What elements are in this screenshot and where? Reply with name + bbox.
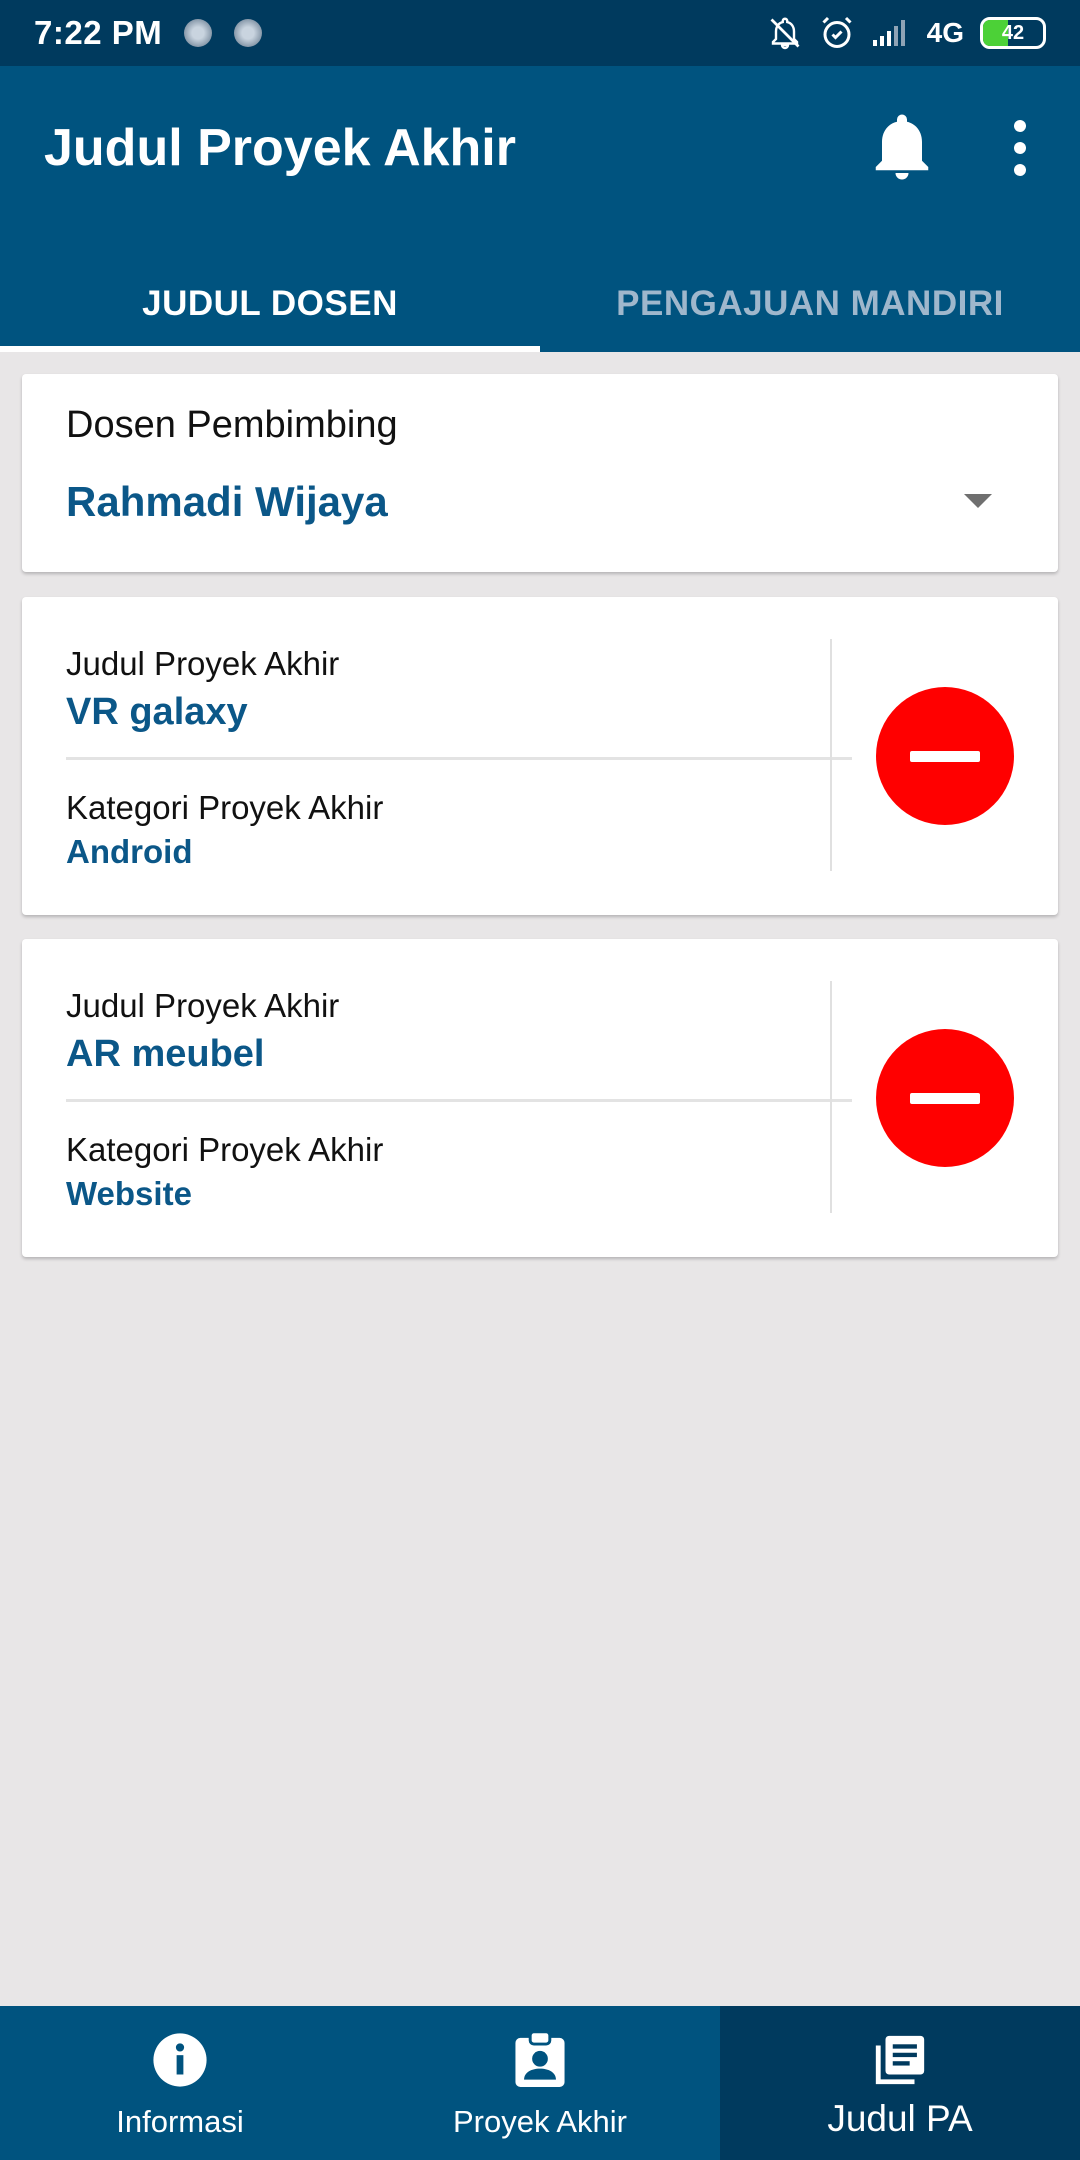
- dosen-selector-card[interactable]: Dosen Pembimbing Rahmadi Wijaya: [22, 374, 1058, 572]
- bell-icon: [875, 114, 929, 180]
- remove-project-button[interactable]: [876, 687, 1014, 825]
- battery-level: 42: [1001, 21, 1025, 44]
- divider: [66, 1099, 852, 1102]
- tab-pengajuan-mandiri[interactable]: PENGAJUAN MANDIRI: [540, 256, 1080, 352]
- bottom-navigation: Informasi Proyek Akhir Judul PA: [0, 2006, 1080, 2160]
- battery-icon: 42: [980, 17, 1046, 49]
- project-card: Judul Proyek Akhir VR galaxy Kategori Pr…: [22, 597, 1058, 915]
- nav-informasi[interactable]: Informasi: [0, 2006, 360, 2160]
- divider-vertical: [830, 639, 832, 871]
- notification-dot-icon: [184, 19, 213, 47]
- nav-label: Proyek Akhir: [452, 2104, 627, 2139]
- nav-proyek-akhir[interactable]: Proyek Akhir: [360, 2006, 720, 2160]
- status-bar: 7:22 PM 4G 42: [0, 0, 1080, 66]
- remove-project-button[interactable]: [876, 1029, 1014, 1167]
- divider: [66, 757, 852, 760]
- alarm-icon: [822, 16, 852, 48]
- project-info: Judul Proyek Akhir AR meubel Kategori Pr…: [66, 939, 852, 1257]
- nav-label: Judul PA: [827, 2098, 973, 2139]
- network-type: 4G: [926, 17, 964, 48]
- minus-icon: [910, 1092, 980, 1104]
- signal-icon: [872, 20, 905, 46]
- minus-icon: [910, 750, 980, 762]
- library-books-icon: [875, 2035, 925, 2085]
- notification-button[interactable]: [872, 112, 932, 182]
- more-options-button[interactable]: [1000, 116, 1040, 180]
- project-title: VR galaxy: [66, 691, 248, 733]
- dosen-label: Dosen Pembimbing: [66, 404, 398, 446]
- tab-judul-dosen[interactable]: JUDUL DOSEN: [0, 256, 540, 352]
- project-title-label: Judul Proyek Akhir: [66, 645, 340, 682]
- project-category-label: Kategori Proyek Akhir: [66, 1131, 384, 1168]
- notifications-off-icon: [770, 17, 800, 50]
- info-icon: [153, 2033, 207, 2087]
- divider-vertical: [830, 981, 832, 1213]
- project-card: Judul Proyek Akhir AR meubel Kategori Pr…: [22, 939, 1058, 1257]
- page-title: Judul Proyek Akhir: [44, 119, 516, 177]
- app-bar: Judul Proyek Akhir JUDUL DOSEN PENGAJUAN…: [0, 66, 1080, 352]
- dropdown-arrow-icon[interactable]: [964, 494, 992, 508]
- project-title: AR meubel: [66, 1033, 265, 1075]
- project-title-label: Judul Proyek Akhir: [66, 987, 340, 1024]
- tab-bar: JUDUL DOSEN PENGAJUAN MANDIRI: [0, 256, 1080, 352]
- dosen-select[interactable]: Rahmadi Wijaya: [66, 478, 388, 526]
- badge-icon: [515, 2030, 565, 2087]
- project-category: Android: [66, 833, 193, 870]
- nav-judul-pa[interactable]: Judul PA: [720, 2006, 1080, 2160]
- project-category-label: Kategori Proyek Akhir: [66, 789, 384, 826]
- project-info: Judul Proyek Akhir VR galaxy Kategori Pr…: [66, 597, 852, 915]
- project-category: Website: [66, 1175, 192, 1212]
- more-vert-icon: [1014, 120, 1026, 176]
- status-time: 7:22 PM: [34, 14, 163, 51]
- tab-indicator: [0, 346, 540, 352]
- nav-label: Informasi: [116, 2104, 244, 2139]
- notification-dot-icon: [234, 19, 263, 47]
